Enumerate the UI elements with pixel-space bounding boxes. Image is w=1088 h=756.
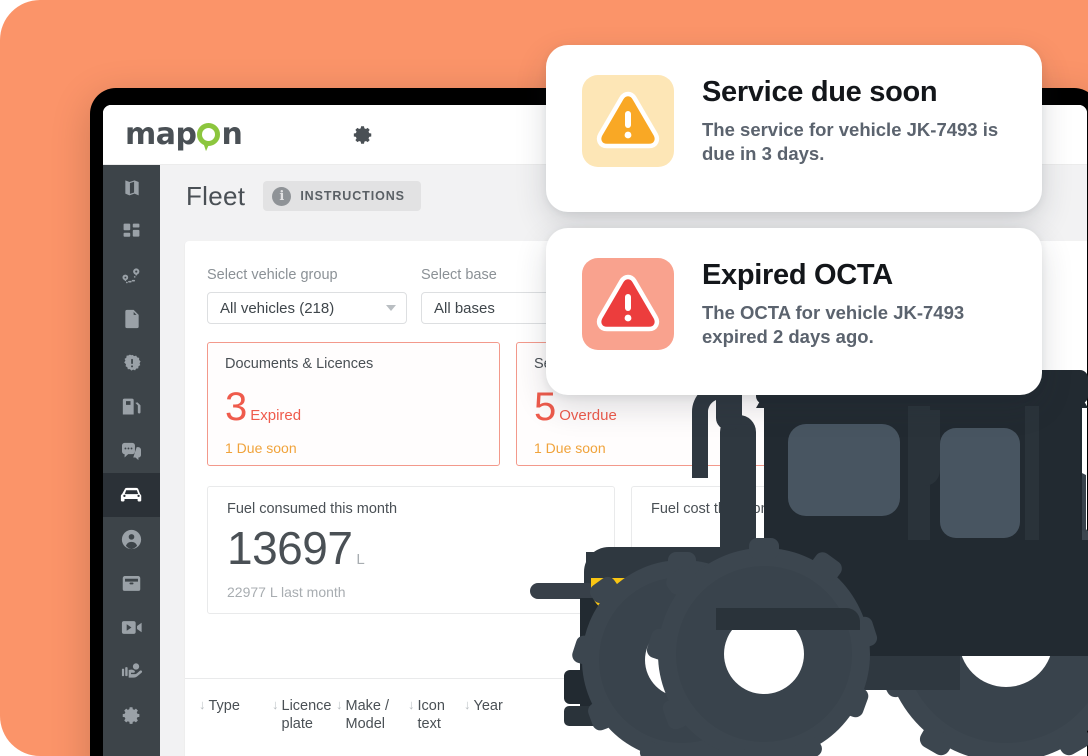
column-label: Type	[208, 698, 240, 714]
sidebar-item-messages[interactable]	[103, 429, 160, 473]
alert-card-subtext: 1 Due soon	[534, 440, 606, 456]
sidebar-item-map[interactable]	[103, 165, 160, 209]
sidebar-item-fleet[interactable]	[103, 473, 160, 517]
notification-title: Service due soon	[702, 76, 938, 108]
sort-down-icon: ↓	[199, 697, 206, 712]
sidebar-item-settings[interactable]	[103, 693, 160, 737]
alert-card-number: 3	[225, 385, 247, 429]
alert-card-title: Documents & Licences	[225, 356, 374, 372]
sidebar-item-costs[interactable]	[103, 649, 160, 693]
warning-triangle-icon	[582, 75, 674, 167]
sidebar-item-fuel[interactable]	[103, 385, 160, 429]
danger-triangle-icon	[582, 258, 674, 350]
column-label: Licence plate	[281, 698, 332, 733]
gear-icon[interactable]	[352, 124, 374, 146]
page-title: Fleet	[186, 180, 246, 211]
sidebar-item-alerts[interactable]	[103, 341, 160, 385]
instructions-button[interactable]: i INSTRUCTIONS	[263, 181, 421, 211]
vehicles-table-header: ↓ Type ↓ Licence plate ↓ Make / Model ↓ Icon…	[185, 678, 1087, 756]
column-header-year[interactable]: ↓ Year	[464, 697, 524, 756]
fuel-card-row: Fuel consumed this month 13697 L 22977 L…	[185, 466, 1087, 614]
sort-down-icon: ↓	[336, 697, 343, 712]
sort-down-icon: ↓	[408, 697, 415, 712]
notification-title: Expired OCTA	[702, 259, 893, 291]
info-icon: i	[272, 186, 292, 206]
fuel-card-cost[interactable]: Fuel cost this month	[631, 486, 1039, 614]
notification-body: The OCTA for vehicle JK-7493 expired 2 d…	[702, 301, 965, 348]
logo-text-left: map	[125, 116, 197, 152]
screenshot-stage: map n Fleet i INSTRUCTIONS Select vehicl…	[0, 0, 1088, 756]
alert-card-main: 3 Expired	[225, 387, 301, 427]
mapon-logo[interactable]: map n	[125, 116, 243, 152]
primary-sidebar[interactable]	[103, 165, 160, 756]
notification-expired-octa[interactable]: Expired OCTA The OCTA for vehicle JK-749…	[546, 228, 1042, 395]
sort-down-icon: ↓	[272, 697, 279, 712]
alert-card-subtext: 1 Due soon	[225, 440, 297, 456]
column-header-type[interactable]: ↓ Type	[199, 697, 272, 756]
sidebar-item-drivers[interactable]	[103, 517, 160, 561]
sidebar-item-video[interactable]	[103, 605, 160, 649]
sidebar-item-reports[interactable]	[103, 297, 160, 341]
fuel-card-subtext: 22977 L last month	[227, 584, 346, 600]
column-label: Icon text	[417, 698, 445, 733]
filter-label: Select vehicle group	[207, 267, 338, 283]
notification-service-due-soon[interactable]: Service due soon The service for vehicle…	[546, 45, 1042, 212]
column-label: Year	[473, 698, 503, 714]
logo-text-right: n	[221, 116, 243, 152]
column-header-licence-plate[interactable]: ↓ Licence plate	[272, 697, 336, 756]
fuel-card-unit: L	[356, 551, 365, 568]
fuel-card-title: Fuel consumed this month	[227, 501, 398, 517]
fuel-card-number: 13697	[227, 522, 353, 574]
sidebar-item-tracks[interactable]	[103, 253, 160, 297]
alert-card-unit: Expired	[250, 407, 302, 424]
column-header-make-model[interactable]: ↓ Make / Model	[336, 697, 408, 756]
fuel-card-consumed[interactable]: Fuel consumed this month 13697 L 22977 L…	[207, 486, 615, 614]
notification-text: Expired OCTA The OCTA for vehicle JK-749…	[702, 258, 1012, 350]
sidebar-item-tasks[interactable]	[103, 561, 160, 605]
chevron-down-icon	[386, 305, 396, 311]
instructions-label: INSTRUCTIONS	[300, 189, 405, 203]
notification-body: The service for vehicle JK-7493 is due i…	[702, 118, 999, 165]
column-label: Make / Model	[345, 698, 390, 733]
column-header-icon-text[interactable]: ↓ Icon text	[408, 697, 464, 756]
fuel-card-title: Fuel cost this month	[651, 501, 781, 517]
alert-card-documents[interactable]: Documents & Licences 3 Expired 1 Due soo…	[207, 342, 500, 466]
notification-text: Service due soon The service for vehicle…	[702, 75, 1012, 167]
map-pin-icon	[197, 122, 221, 152]
alert-card-unit: Overdue	[559, 407, 617, 424]
filter-vehicle-group: Select vehicle group All vehicles (218)	[207, 267, 407, 324]
fuel-card-main: 13697 L	[227, 525, 365, 571]
sidebar-item-dashboard[interactable]	[103, 209, 160, 253]
alert-card-number: 5	[534, 385, 556, 429]
vehicle-group-value: All vehicles (218)	[220, 299, 335, 317]
sort-down-icon: ↓	[464, 697, 471, 712]
vehicle-group-select[interactable]: All vehicles (218)	[207, 292, 407, 324]
